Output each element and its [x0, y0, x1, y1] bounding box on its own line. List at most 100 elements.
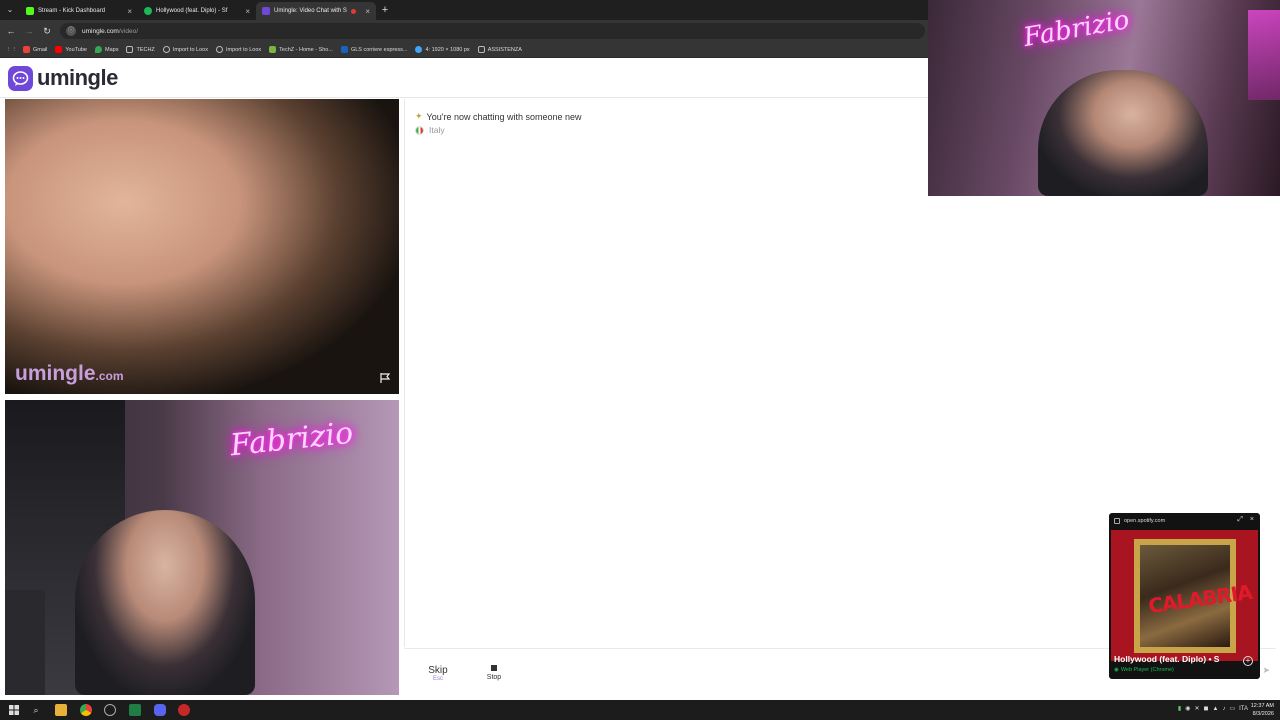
apps-icon[interactable]: ⋮⋮ — [6, 47, 17, 53]
track-title: Hollywood (feat. Diplo) • S — [1114, 654, 1220, 664]
clock-time: 12:37 AM — [1250, 703, 1274, 709]
tab-kick[interactable]: Stream - Kick Dashboard × — [20, 2, 138, 20]
tab-spotify[interactable]: Hollywood (feat. Diplo) - Sf × — [138, 2, 256, 20]
tray-app-icon[interactable]: ◉ — [1185, 705, 1190, 712]
resolution-icon — [415, 46, 423, 53]
tab-title: Stream - Kick Dashboard — [38, 8, 106, 14]
recording-app-icon[interactable] — [178, 704, 190, 716]
umingle-watermark: umingle.com — [15, 362, 124, 386]
system-tray: ▮ ◉ ✕ ◼ ▲ ♪ ▭ ITA — [1178, 705, 1248, 713]
app-icon[interactable] — [129, 704, 141, 716]
close-icon[interactable]: × — [245, 7, 250, 16]
network-icon[interactable]: ▭ — [1229, 705, 1235, 712]
overlay-neon-sign: Fabrizio — [1021, 4, 1132, 54]
back-icon[interactable]: ← — [4, 24, 18, 38]
url-path: /video/ — [118, 27, 139, 35]
album-art-text: CALABRIA — [1146, 579, 1253, 618]
skip-hint: Esc — [432, 675, 443, 682]
bookmark-techz-home[interactable]: TechZ - Home - Sho... — [269, 46, 333, 53]
youtube-icon — [55, 46, 63, 53]
spotify-miniplayer: open.spotify.com ⤢ × CALABRIA Hollywood … — [1109, 513, 1260, 679]
stop-label: Stop — [486, 674, 502, 681]
language-indicator[interactable]: ITA — [1239, 706, 1248, 712]
clock-date: 8/3/2026 — [1252, 711, 1274, 717]
bookmark-techz-folder[interactable]: TECHZ — [126, 46, 155, 53]
bookmark-label: YouTube — [65, 46, 87, 53]
watermark-text: umingle — [15, 362, 96, 385]
forward-icon[interactable]: → — [22, 24, 36, 38]
tab-title: Hollywood (feat. Diplo) - Sf — [156, 8, 228, 14]
skip-button[interactable]: Skip Esc — [408, 655, 468, 691]
overlay-person — [1038, 70, 1208, 196]
neon-light — [1248, 10, 1280, 100]
bookmark-label: GLS corriere espress... — [350, 46, 408, 53]
clock[interactable]: 12:37 AM 8/3/2026 — [1251, 702, 1274, 718]
url-host: umingle.com — [82, 27, 119, 35]
windows-start-icon[interactable] — [8, 704, 20, 716]
globe-icon — [162, 46, 170, 53]
close-icon[interactable]: × — [127, 7, 132, 16]
stop-button[interactable]: Stop — [464, 655, 524, 691]
globe-icon — [215, 46, 223, 53]
bookmark-resolution[interactable]: 4: 1920 × 1080 px — [415, 46, 470, 53]
bookmark-label: Gmail — [33, 46, 48, 53]
bookmark-label: TECHZ — [136, 46, 155, 53]
album-art-frame: CALABRIA — [1133, 538, 1253, 653]
kick-icon — [26, 7, 34, 15]
bookmark-gls[interactable]: GLS corriere espress... — [340, 46, 408, 53]
italy-flag-icon — [415, 125, 424, 135]
bookmark-gmail[interactable]: Gmail — [23, 46, 47, 53]
add-to-library-icon[interactable]: + — [1243, 656, 1253, 666]
bookmark-label: 4: 1920 × 1080 px — [425, 46, 470, 53]
shopify-icon — [269, 46, 277, 53]
bookmark-import-loox-1[interactable]: Import to Loox — [162, 46, 208, 53]
expand-icon[interactable]: ⤢ — [1237, 516, 1243, 524]
bookmark-import-loox-2[interactable]: Import to Loox — [215, 46, 261, 53]
bookmark-youtube[interactable]: YouTube — [55, 46, 87, 53]
send-icon[interactable]: ➤ — [1262, 665, 1270, 676]
close-icon[interactable]: × — [1250, 516, 1254, 523]
neon-sign: Fabrizio — [228, 415, 355, 464]
address-bar[interactable]: ⓘ umingle.com/video/ — [60, 23, 925, 39]
umingle-icon — [262, 7, 270, 15]
stranger-country: Italy — [415, 125, 445, 135]
chrome-icon[interactable] — [80, 704, 92, 716]
bookmark-label: Import to Loox — [172, 46, 208, 53]
file-explorer-icon[interactable] — [55, 704, 67, 716]
folder-icon — [126, 46, 134, 53]
site-info-icon[interactable]: ⓘ — [66, 26, 76, 36]
report-flag-icon[interactable] — [379, 372, 391, 384]
playback-device: ◉ Web Player (Chrome) — [1114, 667, 1174, 673]
device-icon: ◉ — [1114, 667, 1119, 673]
system-message-text: You're now chatting with someone new — [426, 111, 582, 122]
tray-app-icon[interactable]: ▮ — [1178, 705, 1181, 712]
gmail-icon — [23, 46, 30, 53]
country-name: Italy — [429, 125, 445, 135]
skip-label: Skip — [428, 664, 448, 676]
search-icon[interactable]: ⌕ — [30, 704, 42, 716]
umingle-logo[interactable]: umingle — [8, 65, 118, 91]
new-tab-button[interactable]: + — [378, 2, 392, 18]
tray-app-icon[interactable]: ✕ — [1194, 705, 1199, 712]
url-text: umingle.com/video/ — [82, 28, 138, 35]
tab-title: Umingle: Video Chat with S — [274, 8, 347, 14]
windows-taskbar: ⌕ ▮ ◉ ✕ ◼ ▲ ♪ ▭ ITA 12:37 AM 8/3/2026 — [0, 700, 1280, 720]
bookmark-maps[interactable]: Maps — [95, 46, 118, 53]
tab-search-icon[interactable]: ⌄ — [4, 4, 16, 16]
obs-icon[interactable] — [104, 704, 116, 716]
reload-icon[interactable]: ↻ — [40, 24, 54, 38]
tray-app-icon[interactable]: ◼ — [1204, 705, 1209, 712]
close-icon[interactable]: × — [365, 7, 370, 16]
person — [75, 510, 255, 695]
microphone — [5, 590, 45, 695]
bookmark-assistenza[interactable]: ASSISTENZA — [477, 46, 522, 53]
speaker-icon[interactable]: ♪ — [1222, 706, 1225, 712]
tab-umingle[interactable]: Umingle: Video Chat with S × — [256, 2, 376, 20]
self-video: Fabrizio — [5, 400, 399, 695]
screen: ⌄ Stream - Kick Dashboard × Hollywood (f… — [0, 0, 1280, 720]
site-icon — [1114, 517, 1120, 524]
discord-icon[interactable] — [154, 704, 166, 716]
device-name: Web Player (Chrome) — [1120, 667, 1174, 673]
tray-app-icon[interactable]: ▲ — [1212, 706, 1218, 712]
recording-icon — [350, 8, 356, 14]
